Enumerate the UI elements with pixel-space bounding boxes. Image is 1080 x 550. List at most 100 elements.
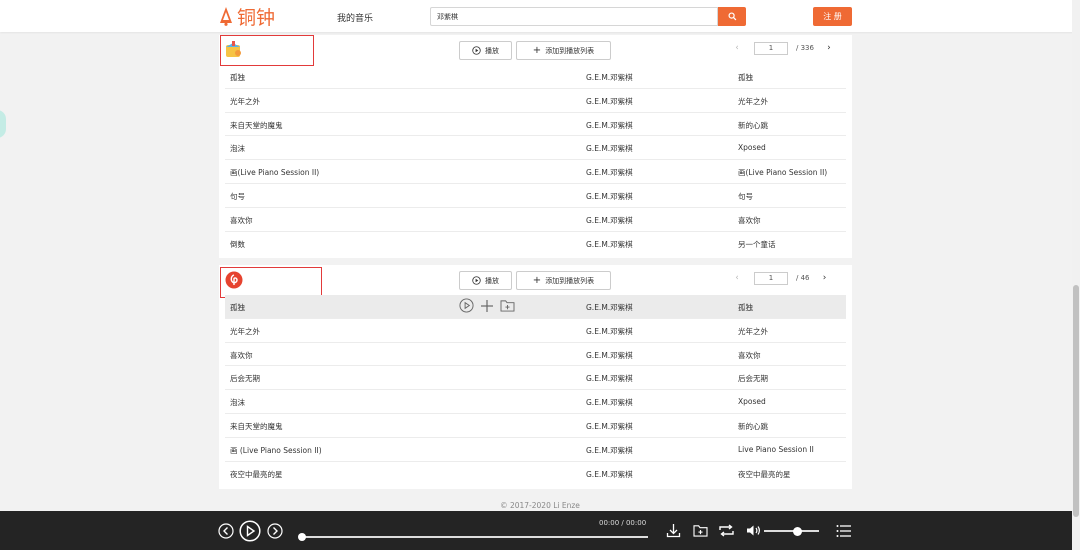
volume-icon[interactable] bbox=[746, 524, 761, 537]
song-artist[interactable]: G.E.M.邓紫棋 bbox=[586, 215, 633, 226]
progress-bar[interactable] bbox=[298, 533, 648, 541]
table-row[interactable]: 光年之外 G.E.M.邓紫棋 光年之外 bbox=[225, 319, 846, 343]
register-button[interactable]: 注 册 bbox=[813, 7, 852, 26]
table-row[interactable]: 泡沫 G.E.M.邓紫棋 Xposed bbox=[225, 390, 846, 414]
repeat-icon[interactable] bbox=[718, 523, 735, 538]
results-panel-netease: 播放 + 添加到播放列表 ‹ 1 / 46 › 孤独 G.E.M.邓紫棋 孤独 … bbox=[219, 265, 852, 489]
table-row[interactable]: 孤独 G.E.M.邓紫棋 孤独 bbox=[225, 65, 846, 89]
total-pages: / 46 bbox=[796, 274, 810, 282]
next-track-icon[interactable] bbox=[267, 523, 283, 539]
song-artist[interactable]: G.E.M.邓紫棋 bbox=[586, 143, 633, 154]
song-artist[interactable]: G.E.M.邓紫棋 bbox=[586, 167, 633, 178]
song-artist[interactable]: G.E.M.邓紫棋 bbox=[586, 302, 633, 313]
pagination: ‹ 1 / 336 › bbox=[732, 41, 834, 55]
add-folder-icon[interactable] bbox=[693, 524, 708, 537]
add-folder-icon[interactable] bbox=[500, 299, 515, 312]
page-number-input[interactable]: 1 bbox=[754, 271, 788, 285]
nav-my-music[interactable]: 我的音乐 bbox=[337, 11, 373, 24]
play-all-button[interactable]: 播放 bbox=[459, 41, 512, 60]
song-album[interactable]: 后会无期 bbox=[738, 373, 768, 384]
search-icon bbox=[727, 12, 736, 21]
netease-music-icon[interactable] bbox=[224, 270, 244, 290]
play-all-button[interactable]: 播放 bbox=[459, 271, 512, 290]
volume-knob[interactable] bbox=[792, 526, 802, 536]
table-row[interactable]: 夜空中最亮的星 G.E.M.邓紫棋 夜空中最亮的星 bbox=[225, 462, 846, 486]
player-bar: 00:00 / 00:00 bbox=[0, 511, 1080, 550]
song-artist[interactable]: G.E.M.邓紫棋 bbox=[586, 469, 633, 480]
song-artist[interactable]: G.E.M.邓紫棋 bbox=[586, 373, 633, 384]
plus-icon[interactable] bbox=[480, 299, 494, 313]
next-page-icon[interactable]: › bbox=[824, 43, 834, 53]
song-title: 泡沫 bbox=[230, 398, 245, 408]
song-artist[interactable]: G.E.M.邓紫棋 bbox=[586, 445, 633, 456]
play-icon[interactable] bbox=[239, 520, 261, 542]
song-album[interactable]: 新的心跳 bbox=[738, 421, 768, 432]
song-artist[interactable]: G.E.M.邓紫棋 bbox=[586, 350, 633, 361]
song-album[interactable]: 画(Live Piano Session II) bbox=[738, 167, 827, 178]
table-row[interactable]: 画 (Live Piano Session II) G.E.M.邓紫棋 Live P… bbox=[225, 438, 846, 462]
side-float-tab[interactable] bbox=[0, 110, 6, 138]
song-album[interactable]: 新的心跳 bbox=[738, 120, 768, 131]
song-album[interactable]: 喜欢你 bbox=[738, 350, 761, 361]
song-artist[interactable]: G.E.M.邓紫棋 bbox=[586, 326, 633, 337]
song-artist[interactable]: G.E.M.邓紫棋 bbox=[586, 72, 633, 83]
download-icon[interactable] bbox=[666, 523, 681, 538]
song-artist[interactable]: G.E.M.邓紫棋 bbox=[586, 421, 633, 432]
song-artist[interactable]: G.E.M.邓紫棋 bbox=[586, 120, 633, 131]
volume-slider[interactable] bbox=[764, 526, 819, 536]
copyright-text: © 2017-2020 Li Enze bbox=[500, 501, 580, 510]
song-album[interactable]: 光年之外 bbox=[738, 96, 768, 107]
table-row[interactable]: 孤独 G.E.M.邓紫棋 孤独 bbox=[225, 295, 846, 319]
scrollbar-thumb[interactable] bbox=[1073, 285, 1079, 517]
song-artist[interactable]: G.E.M.邓紫棋 bbox=[586, 239, 633, 250]
table-row[interactable]: 喜欢你 G.E.M.邓紫棋 喜欢你 bbox=[225, 208, 846, 232]
song-album[interactable]: 句号 bbox=[738, 191, 753, 202]
qq-music-icon[interactable] bbox=[224, 39, 244, 59]
prev-page-icon[interactable]: ‹ bbox=[732, 273, 742, 283]
table-row[interactable]: 倒数 G.E.M.邓紫棋 另一个童话 bbox=[225, 232, 846, 256]
table-row[interactable]: 喜欢你 G.E.M.邓紫棋 喜欢你 bbox=[225, 343, 846, 367]
search-button[interactable] bbox=[718, 7, 746, 26]
prev-page-icon[interactable]: ‹ bbox=[732, 43, 742, 53]
progress-knob[interactable] bbox=[298, 533, 306, 541]
song-album[interactable]: 孤独 bbox=[738, 72, 753, 83]
song-title: 泡沫 bbox=[230, 144, 245, 154]
song-title: 光年之外 bbox=[230, 326, 260, 336]
table-row[interactable]: 画(Live Piano Session II) G.E.M.邓紫棋 画(Live … bbox=[225, 160, 846, 184]
table-row[interactable]: 泡沫 G.E.M.邓紫棋 Xposed bbox=[225, 136, 846, 161]
song-artist[interactable]: G.E.M.邓紫棋 bbox=[586, 191, 633, 202]
add-to-playlist-button[interactable]: + 添加到播放列表 bbox=[516, 41, 611, 60]
song-artist[interactable]: G.E.M.邓紫棋 bbox=[586, 96, 633, 107]
app-logo[interactable]: 铜钟 bbox=[218, 4, 275, 29]
song-title: 喜欢你 bbox=[230, 350, 253, 360]
table-row[interactable]: 句号 G.E.M.邓紫棋 句号 bbox=[225, 184, 846, 208]
song-album[interactable]: 孤独 bbox=[738, 302, 753, 313]
song-album[interactable]: Live Piano Session II bbox=[738, 445, 814, 454]
table-row[interactable]: 来自天堂的魔鬼 G.E.M.邓紫棋 新的心跳 bbox=[225, 113, 846, 137]
song-album[interactable]: Xposed bbox=[738, 397, 766, 406]
playlist-icon[interactable] bbox=[836, 524, 852, 538]
plus-icon: + bbox=[532, 274, 542, 286]
song-artist[interactable]: G.E.M.邓紫棋 bbox=[586, 397, 633, 408]
previous-track-icon[interactable] bbox=[218, 523, 234, 539]
table-row[interactable]: 后会无期 G.E.M.邓紫棋 后会无期 bbox=[225, 366, 846, 391]
page-scrollbar[interactable] bbox=[1072, 0, 1080, 550]
song-album[interactable]: 喜欢你 bbox=[738, 215, 761, 226]
page-number-input[interactable]: 1 bbox=[754, 41, 788, 55]
play-circle-icon bbox=[472, 276, 481, 285]
add-to-playlist-button[interactable]: + 添加到播放列表 bbox=[516, 271, 611, 290]
song-list: 孤独 G.E.M.邓紫棋 孤独 光年之外 G.E.M.邓紫棋 光年之外 来自天堂的魔鬼 G… bbox=[225, 65, 846, 255]
table-row[interactable]: 光年之外 G.E.M.邓紫棋 光年之外 bbox=[225, 89, 846, 113]
song-album[interactable]: 夜空中最亮的星 bbox=[738, 469, 791, 480]
song-album[interactable]: Xposed bbox=[738, 143, 766, 152]
play-circle-icon bbox=[472, 46, 481, 55]
song-title: 后会无期 bbox=[230, 374, 260, 384]
search-input[interactable] bbox=[431, 8, 717, 25]
top-navigation-bar: 铜钟 我的音乐 注 册 bbox=[0, 0, 1080, 32]
song-album[interactable]: 光年之外 bbox=[738, 326, 768, 337]
song-album[interactable]: 另一个童话 bbox=[738, 239, 776, 250]
next-page-icon[interactable]: › bbox=[820, 273, 830, 283]
play-circle-icon[interactable] bbox=[459, 298, 474, 313]
play-label: 播放 bbox=[485, 276, 499, 285]
table-row[interactable]: 来自天堂的魔鬼 G.E.M.邓紫棋 新的心跳 bbox=[225, 414, 846, 438]
